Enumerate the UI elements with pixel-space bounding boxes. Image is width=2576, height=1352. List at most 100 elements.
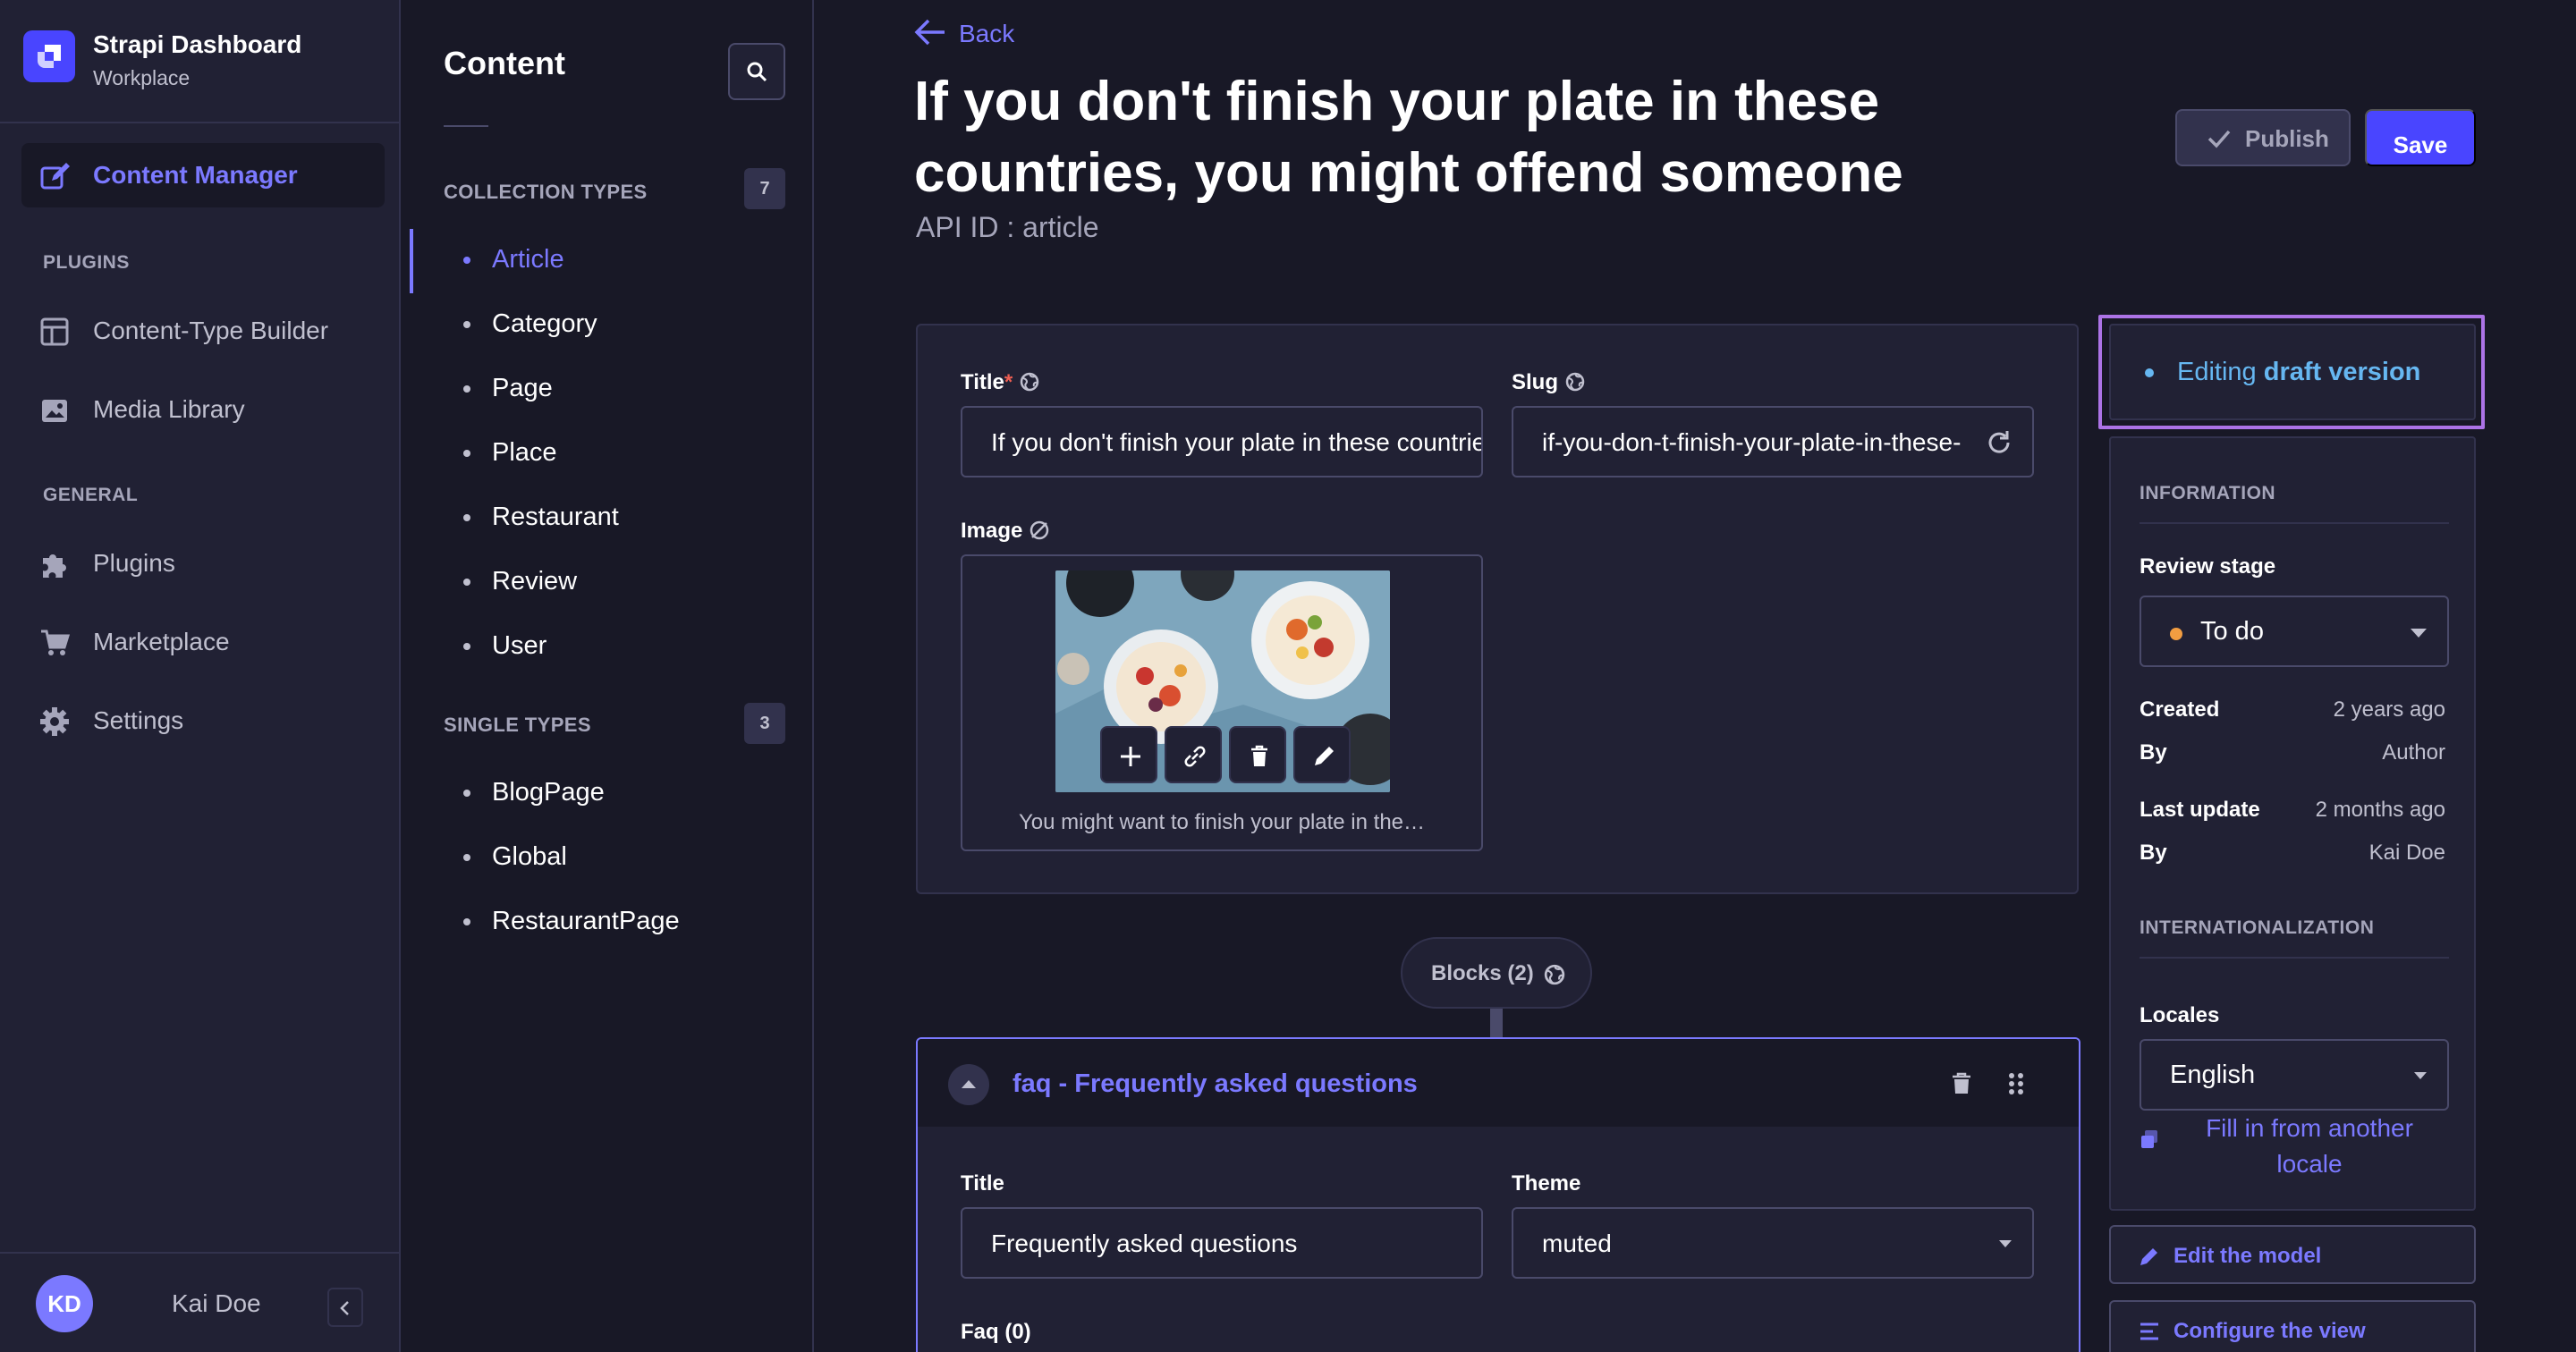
avatar[interactable]: KD bbox=[36, 1275, 93, 1332]
review-stage-label: Review stage bbox=[2140, 554, 2276, 579]
nav-item-settings[interactable]: Settings bbox=[21, 689, 385, 753]
edit-model-button[interactable]: Edit the model bbox=[2109, 1225, 2476, 1284]
subnav-item-page[interactable]: Page bbox=[463, 370, 803, 406]
theme-select[interactable]: muted bbox=[1512, 1207, 2034, 1279]
publish-button[interactable]: Publish bbox=[2175, 109, 2351, 166]
puzzle-icon bbox=[43, 554, 66, 578]
title-label: Title* bbox=[961, 370, 1039, 395]
delete-image-button[interactable] bbox=[1229, 726, 1286, 783]
faq-title-label: Title bbox=[961, 1171, 1004, 1196]
user-menu[interactable]: KD Kai Doe bbox=[0, 1252, 399, 1352]
divider bbox=[2140, 522, 2449, 524]
trash-icon bbox=[1251, 745, 1267, 766]
subnav-item-article[interactable]: Article bbox=[463, 241, 803, 277]
edit-model-label: Edit the model bbox=[2174, 1244, 2322, 1268]
locale-select[interactable]: English bbox=[2140, 1039, 2449, 1111]
updated-by-label: By bbox=[2140, 841, 2167, 865]
globe-icon bbox=[1565, 372, 1585, 391]
title-input[interactable]: If you don't finish your plate in these … bbox=[961, 406, 1483, 477]
arrow-left-icon bbox=[914, 19, 945, 46]
nav-item-content-type-builder[interactable]: Content-Type Builder bbox=[21, 299, 385, 363]
subnav-item-label: Page bbox=[492, 374, 553, 402]
edit-image-button[interactable] bbox=[1293, 726, 1351, 783]
updated-by-value: Kai Doe bbox=[2368, 841, 2445, 865]
faq-title-input[interactable]: Frequently asked questions bbox=[961, 1207, 1483, 1279]
subnav-item-blogpage[interactable]: BlogPage bbox=[463, 774, 803, 810]
bullet bbox=[463, 514, 470, 521]
slug-label: Slug bbox=[1512, 370, 1585, 395]
draft-bold: draft version bbox=[2263, 358, 2421, 386]
locales-label: Locales bbox=[2140, 1003, 2220, 1027]
faq-list-label: Faq (0) bbox=[961, 1320, 1031, 1344]
copy-link-button[interactable] bbox=[1165, 726, 1222, 783]
collapse-toggle[interactable] bbox=[948, 1064, 989, 1105]
shopping-cart-icon bbox=[41, 630, 70, 655]
nav-item-label: Content Manager bbox=[93, 161, 298, 189]
image-caption: You might want to finish your plate in t… bbox=[1018, 810, 1426, 834]
add-image-button[interactable] bbox=[1100, 726, 1157, 783]
content-subnav: Content COLLECTION TYPES 7 Article Categ… bbox=[401, 0, 814, 1352]
theme-label: Theme bbox=[1512, 1171, 1581, 1196]
brand-subtitle: Workplace bbox=[93, 66, 191, 89]
fill-from-locale-button[interactable]: Fill in from another locale bbox=[2140, 1111, 2449, 1186]
subnav-item-user[interactable]: User bbox=[463, 628, 803, 663]
nav-item-label: Media Library bbox=[93, 395, 245, 423]
trash-icon[interactable] bbox=[1950, 1071, 1973, 1096]
faq-block-header[interactable]: faq - Frequently asked questions bbox=[918, 1039, 2079, 1127]
subnav-item-restaurantpage[interactable]: RestaurantPage bbox=[463, 903, 803, 939]
review-stage-select[interactable]: To do bbox=[2140, 596, 2449, 667]
list-icon bbox=[2140, 1322, 2158, 1340]
subnav-item-global[interactable]: Global bbox=[463, 839, 803, 875]
created-by-label: By bbox=[2140, 740, 2167, 765]
nav-item-media-library[interactable]: Media Library bbox=[21, 377, 385, 442]
slug-input[interactable]: if-you-don-t-finish-your-plate-in-these-… bbox=[1512, 406, 2034, 477]
subnav-item-label: Review bbox=[492, 567, 578, 596]
draft-prefix: Editing bbox=[2177, 358, 2264, 386]
brand-header: Strapi Dashboard Workplace bbox=[0, 0, 399, 123]
subnav-item-category[interactable]: Category bbox=[463, 306, 803, 342]
nav-item-marketplace[interactable]: Marketplace bbox=[21, 610, 385, 674]
subnav-item-place[interactable]: Place bbox=[463, 435, 803, 470]
check-icon bbox=[2207, 130, 2231, 148]
i18n-heading: INTERNATIONALIZATION bbox=[2140, 917, 2375, 938]
layout-icon bbox=[40, 317, 69, 346]
bullet bbox=[463, 450, 470, 457]
required-mark: * bbox=[1004, 370, 1013, 394]
gear-icon bbox=[40, 707, 69, 736]
created-label: Created bbox=[2140, 697, 2220, 722]
nav-item-label: Marketplace bbox=[93, 628, 230, 655]
subnav-search-button[interactable] bbox=[728, 43, 785, 100]
fields-card: Title* If you don't finish your plate in… bbox=[916, 324, 2079, 894]
duplicate-icon bbox=[2141, 1130, 2157, 1148]
bullet bbox=[463, 643, 470, 650]
collapse-nav-button[interactable] bbox=[327, 1288, 363, 1327]
subnav-item-restaurant[interactable]: Restaurant bbox=[463, 499, 803, 535]
bullet bbox=[463, 321, 470, 328]
nav-item-plugins[interactable]: Plugins bbox=[21, 531, 385, 596]
user-name[interactable]: Kai Doe bbox=[172, 1289, 261, 1318]
bullet bbox=[463, 854, 470, 861]
save-button[interactable]: Save bbox=[2365, 109, 2476, 166]
nav-item-label: Plugins bbox=[93, 549, 175, 577]
configure-view-button[interactable]: Configure the view bbox=[2109, 1300, 2476, 1352]
subnav-item-label: Place bbox=[492, 438, 557, 467]
drag-handle-icon[interactable] bbox=[2007, 1071, 2025, 1096]
globe-icon bbox=[1021, 372, 1039, 391]
search-icon bbox=[747, 62, 767, 82]
title-input-value: If you don't finish your plate in these … bbox=[991, 428, 1481, 456]
bullet bbox=[463, 918, 470, 925]
refresh-icon[interactable] bbox=[1986, 429, 2012, 456]
image-label-text: Image bbox=[961, 519, 1023, 543]
single-types-heading: SINGLE TYPES bbox=[444, 714, 591, 736]
nav-item-content-manager[interactable]: Content Manager bbox=[21, 143, 385, 207]
theme-select-value: muted bbox=[1542, 1229, 1612, 1257]
subnav-item-review[interactable]: Review bbox=[463, 563, 803, 599]
faq-block: faq - Frequently asked questions Title F… bbox=[916, 1037, 2080, 1352]
collection-types-count: 7 bbox=[744, 168, 785, 209]
faq-title-input-value: Frequently asked questions bbox=[991, 1229, 1298, 1257]
slug-input-value: if-you-don-t-finish-your-plate-in-these-… bbox=[1542, 428, 1961, 456]
image-field[interactable]: You might want to finish your plate in t… bbox=[961, 554, 1483, 851]
page-title: If you don't finish your plate in these … bbox=[914, 71, 1903, 204]
divider bbox=[444, 125, 488, 127]
pencil-square-icon bbox=[40, 163, 70, 190]
